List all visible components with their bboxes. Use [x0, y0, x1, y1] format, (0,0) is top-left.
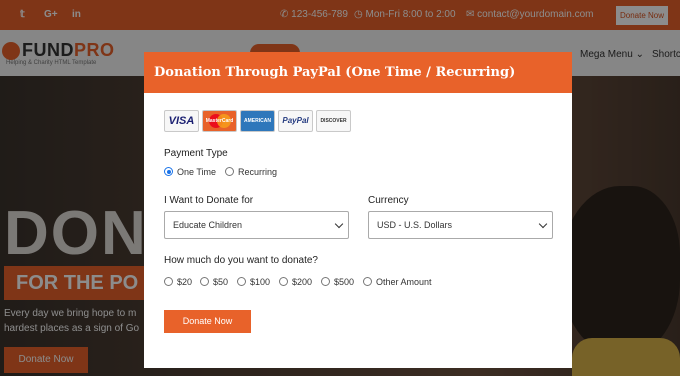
- payment-type-label: Payment Type: [164, 148, 228, 159]
- currency-select[interactable]: USD - U.S. Dollars: [368, 211, 553, 239]
- amount-50-radio[interactable]: [200, 277, 209, 286]
- currency-label: Currency: [368, 195, 409, 206]
- amount-100-label[interactable]: $100: [250, 277, 270, 287]
- donate-for-label: I Want to Donate for: [164, 195, 254, 206]
- amount-500-radio[interactable]: [321, 277, 330, 286]
- amount-other-radio[interactable]: [363, 277, 372, 286]
- mastercard-icon: MasterCard: [202, 110, 237, 132]
- amount-200-radio[interactable]: [279, 277, 288, 286]
- amount-other-label[interactable]: Other Amount: [376, 277, 432, 287]
- amount-20-radio[interactable]: [164, 277, 173, 286]
- discover-card-icon: DISCOVER: [316, 110, 351, 132]
- donation-modal: Donation Through PayPal (One Time / Recu…: [144, 52, 572, 368]
- amount-100-radio[interactable]: [237, 277, 246, 286]
- amount-200-label[interactable]: $200: [292, 277, 312, 287]
- recurring-radio[interactable]: [225, 167, 234, 176]
- modal-header: Donation Through PayPal (One Time / Recu…: [144, 52, 572, 93]
- amount-500-label[interactable]: $500: [334, 277, 354, 287]
- one-time-radio[interactable]: [164, 167, 173, 176]
- one-time-label[interactable]: One Time: [177, 167, 216, 177]
- amount-20-label[interactable]: $20: [177, 277, 192, 287]
- paypal-card-icon: PayPal: [278, 110, 313, 132]
- donate-for-select[interactable]: Educate Children: [164, 211, 349, 239]
- recurring-label[interactable]: Recurring: [238, 167, 277, 177]
- chevron-down-icon: [538, 219, 548, 229]
- modal-title: Donation Through PayPal (One Time / Recu…: [154, 65, 516, 80]
- amount-label: How much do you want to donate?: [164, 255, 318, 266]
- chevron-down-icon: [334, 219, 344, 229]
- amex-card-icon: AMERICAN EXPRESS: [240, 110, 275, 132]
- visa-card-icon: VISA: [164, 110, 199, 132]
- amount-50-label[interactable]: $50: [213, 277, 228, 287]
- donate-now-button[interactable]: Donate Now: [164, 310, 251, 333]
